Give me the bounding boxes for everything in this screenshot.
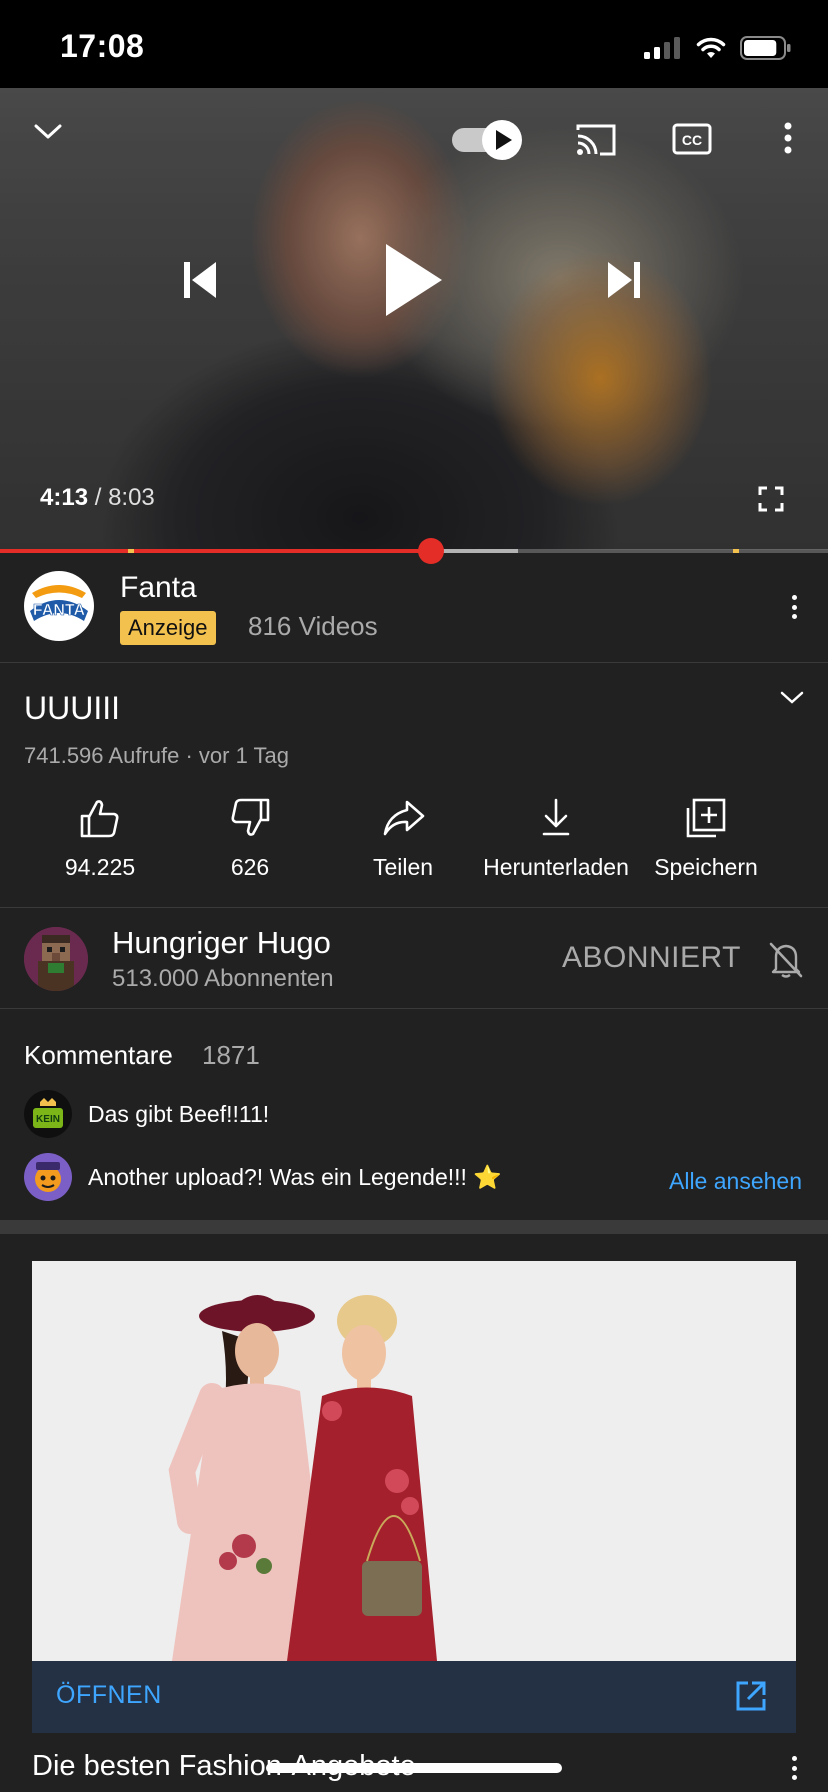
- thumbs-down-icon: [231, 798, 270, 836]
- status-time: 17:08: [60, 28, 145, 64]
- channel-avatar[interactable]: [24, 927, 88, 991]
- download-icon: [542, 798, 570, 836]
- ad-badge: Anzeige: [120, 611, 216, 645]
- section-divider: [0, 1220, 828, 1234]
- play-icon[interactable]: [378, 238, 448, 322]
- comments-header: Kommentare: [24, 1040, 173, 1070]
- save-button[interactable]: Speichern: [646, 796, 766, 881]
- ad-video-count: 816 Videos: [248, 611, 378, 641]
- time-separator: /: [94, 484, 102, 511]
- captions-icon[interactable]: CC: [672, 122, 712, 156]
- dislike-button[interactable]: 626: [190, 796, 310, 881]
- ad-open-bar[interactable]: ÖFFNEN: [32, 1661, 796, 1733]
- video-player[interactable]: CC 4:13 / 8:03: [0, 88, 828, 550]
- share-icon: [383, 800, 425, 836]
- status-bar: 17:08: [0, 0, 828, 88]
- collapse-chevron-icon[interactable]: [28, 112, 68, 152]
- share-label: Teilen: [372, 854, 434, 880]
- external-link-icon[interactable]: [734, 1679, 770, 1715]
- video-meta: 741.596 Aufrufe · vor 1 Tag: [24, 743, 289, 768]
- open-button[interactable]: ÖFFNEN: [56, 1681, 162, 1710]
- wifi-icon: [696, 37, 726, 58]
- ad-image[interactable]: [32, 1261, 796, 1661]
- home-indicator[interactable]: [266, 1763, 562, 1773]
- action-bar: 94.225 626 Teilen Herunterladen Speicher…: [0, 796, 828, 908]
- svg-text:CC: CC: [682, 132, 702, 148]
- total-time: 8:03: [108, 484, 155, 511]
- subscriber-count: 513.000 Abonnenten: [112, 965, 334, 992]
- comment-item[interactable]: KEIN Das gibt Beef!!11!: [24, 1090, 269, 1138]
- channel-name[interactable]: Hungriger Hugo: [112, 925, 331, 961]
- save-playlist-icon: [686, 798, 726, 838]
- thumbs-up-icon: [80, 800, 119, 838]
- svg-text:FANTA: FANTA: [33, 602, 86, 619]
- comment-text: Das gibt Beef!!11!: [88, 1100, 270, 1127]
- next-icon[interactable]: [602, 258, 646, 302]
- comments-section[interactable]: Kommentare 1871 KEIN Das gibt Beef!!11! …: [0, 1010, 828, 1220]
- svg-text:KEIN: KEIN: [36, 1114, 60, 1125]
- share-button[interactable]: Teilen: [343, 796, 463, 881]
- download-label: Herunterladen: [483, 854, 629, 880]
- ad-card-more-icon[interactable]: [784, 1756, 804, 1780]
- comments-count: 1871: [202, 1040, 260, 1070]
- comment-item[interactable]: Another upload?! Was ein Legende!!! ⭐: [24, 1153, 502, 1201]
- like-count: 94.225: [64, 854, 136, 880]
- autoplay-toggle[interactable]: [450, 118, 526, 162]
- current-time: 4:13: [40, 484, 89, 511]
- battery-icon: [740, 36, 791, 60]
- comment-text: Another upload?! Was ein Legende!!! ⭐: [88, 1163, 502, 1190]
- fullscreen-icon[interactable]: [756, 484, 786, 514]
- save-label: Speichern: [654, 854, 758, 880]
- ad-channel-name[interactable]: Fanta: [120, 571, 197, 605]
- expand-chevron-icon[interactable]: [780, 690, 810, 720]
- ad-more-icon[interactable]: [784, 595, 804, 619]
- ad-channel-row[interactable]: FANTA Fanta Anzeige 816 Videos: [0, 553, 828, 663]
- cellular-signal-icon: [644, 37, 680, 59]
- commenter-avatar: [24, 1153, 72, 1201]
- commenter-avatar: KEIN: [24, 1090, 72, 1138]
- like-button[interactable]: 94.225: [40, 796, 160, 881]
- download-button[interactable]: Herunterladen: [476, 796, 636, 881]
- dislike-count: 626: [230, 854, 270, 880]
- status-icons: [644, 36, 792, 60]
- bell-off-icon[interactable]: [766, 939, 806, 979]
- subscribed-button[interactable]: ABONNIERT: [562, 941, 741, 975]
- video-title[interactable]: UUUIII: [24, 690, 120, 727]
- previous-icon[interactable]: [178, 258, 222, 302]
- time-readout: 4:13 / 8:03: [40, 484, 155, 512]
- channel-row[interactable]: Hungriger Hugo 513.000 Abonnenten ABONNI…: [0, 909, 828, 1009]
- see-all-comments-link[interactable]: Alle ansehen: [669, 1168, 802, 1195]
- cast-icon[interactable]: [574, 122, 618, 158]
- more-vert-icon[interactable]: [776, 118, 800, 158]
- fanta-logo: FANTA: [24, 571, 94, 641]
